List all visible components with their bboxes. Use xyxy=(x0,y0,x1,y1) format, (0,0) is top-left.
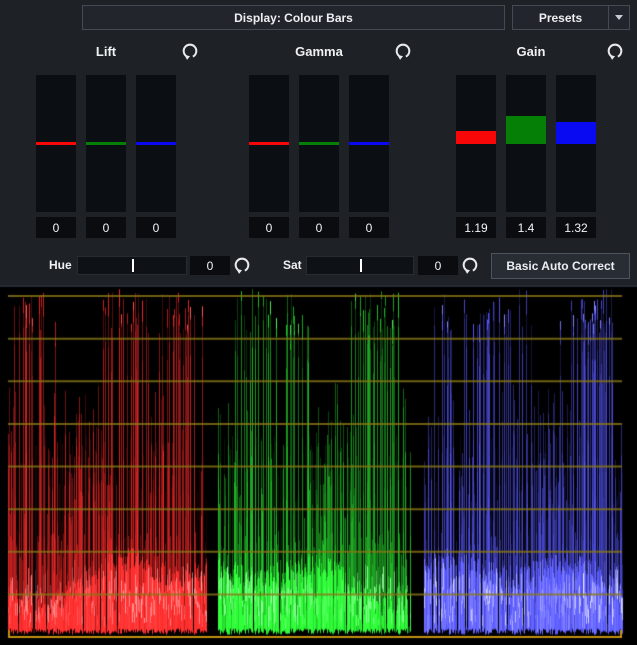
gamma-blue-slider[interactable] xyxy=(349,75,389,212)
presets-dropdown-button[interactable] xyxy=(608,6,629,29)
gain-blue-slider[interactable] xyxy=(556,75,596,212)
gain-green-value[interactable]: 1.4 xyxy=(506,217,546,238)
presets-button[interactable]: Presets xyxy=(513,6,608,29)
sat-label: Sat xyxy=(283,258,302,272)
sat-slider[interactable] xyxy=(306,256,414,275)
lift-reset-icon[interactable] xyxy=(181,42,199,60)
gamma-red-slider[interactable] xyxy=(249,75,289,212)
gamma-green-handle xyxy=(299,142,339,145)
lift-blue-slider[interactable] xyxy=(136,75,176,212)
gain-red-handle xyxy=(456,131,496,144)
lift-red-value[interactable]: 0 xyxy=(36,217,76,238)
gamma-group: Gamma 0 0 0 xyxy=(213,40,425,245)
hue-value[interactable]: 0 xyxy=(190,256,230,275)
gamma-green-slider[interactable] xyxy=(299,75,339,212)
lift-blue-value[interactable]: 0 xyxy=(136,217,176,238)
gamma-reset-icon[interactable] xyxy=(394,42,412,60)
sat-value[interactable]: 0 xyxy=(418,256,458,275)
lift-green-slider[interactable] xyxy=(86,75,126,212)
gamma-green-value[interactable]: 0 xyxy=(299,217,339,238)
lift-red-slider[interactable] xyxy=(36,75,76,212)
lift-group: Lift 0 0 0 xyxy=(0,40,212,245)
gain-blue-value[interactable]: 1.32 xyxy=(556,217,596,238)
gain-green-handle xyxy=(506,116,546,144)
gamma-blue-value[interactable]: 0 xyxy=(349,217,389,238)
gamma-red-handle xyxy=(249,142,289,145)
hue-reset-icon[interactable] xyxy=(233,256,251,274)
gain-blue-handle xyxy=(556,122,596,144)
lift-green-value[interactable]: 0 xyxy=(86,217,126,238)
controls-panel: Display: Colour Bars Presets Lift 0 0 0 xyxy=(0,0,637,285)
rgb-parade-waveform xyxy=(0,285,637,645)
gain-green-slider[interactable] xyxy=(506,75,546,212)
waveform-scope-panel xyxy=(0,285,637,645)
chevron-down-icon xyxy=(615,15,623,20)
sat-reset-icon[interactable] xyxy=(461,256,479,274)
gain-red-slider[interactable] xyxy=(456,75,496,212)
hue-slider-handle[interactable] xyxy=(132,259,134,272)
sat-slider-handle[interactable] xyxy=(360,259,362,272)
gamma-red-value[interactable]: 0 xyxy=(249,217,289,238)
display-mode-button[interactable]: Display: Colour Bars xyxy=(82,5,505,30)
gain-reset-icon[interactable] xyxy=(606,42,624,60)
basic-auto-correct-button[interactable]: Basic Auto Correct xyxy=(491,253,630,279)
gain-group: Gain 1.19 1.4 1.32 xyxy=(425,40,637,245)
presets-split-button[interactable]: Presets xyxy=(512,5,630,30)
lift-green-handle xyxy=(86,142,126,145)
lift-blue-handle xyxy=(136,142,176,145)
gain-red-value[interactable]: 1.19 xyxy=(456,217,496,238)
hue-slider[interactable] xyxy=(77,256,187,275)
colour-correction-panel: Display: Colour Bars Presets Lift 0 0 0 xyxy=(0,0,637,645)
gamma-blue-handle xyxy=(349,142,389,145)
lift-red-handle xyxy=(36,142,76,145)
hue-label: Hue xyxy=(49,258,72,272)
hue-sat-row: Hue 0 Sat 0 Basic Auto Correct xyxy=(0,253,637,280)
